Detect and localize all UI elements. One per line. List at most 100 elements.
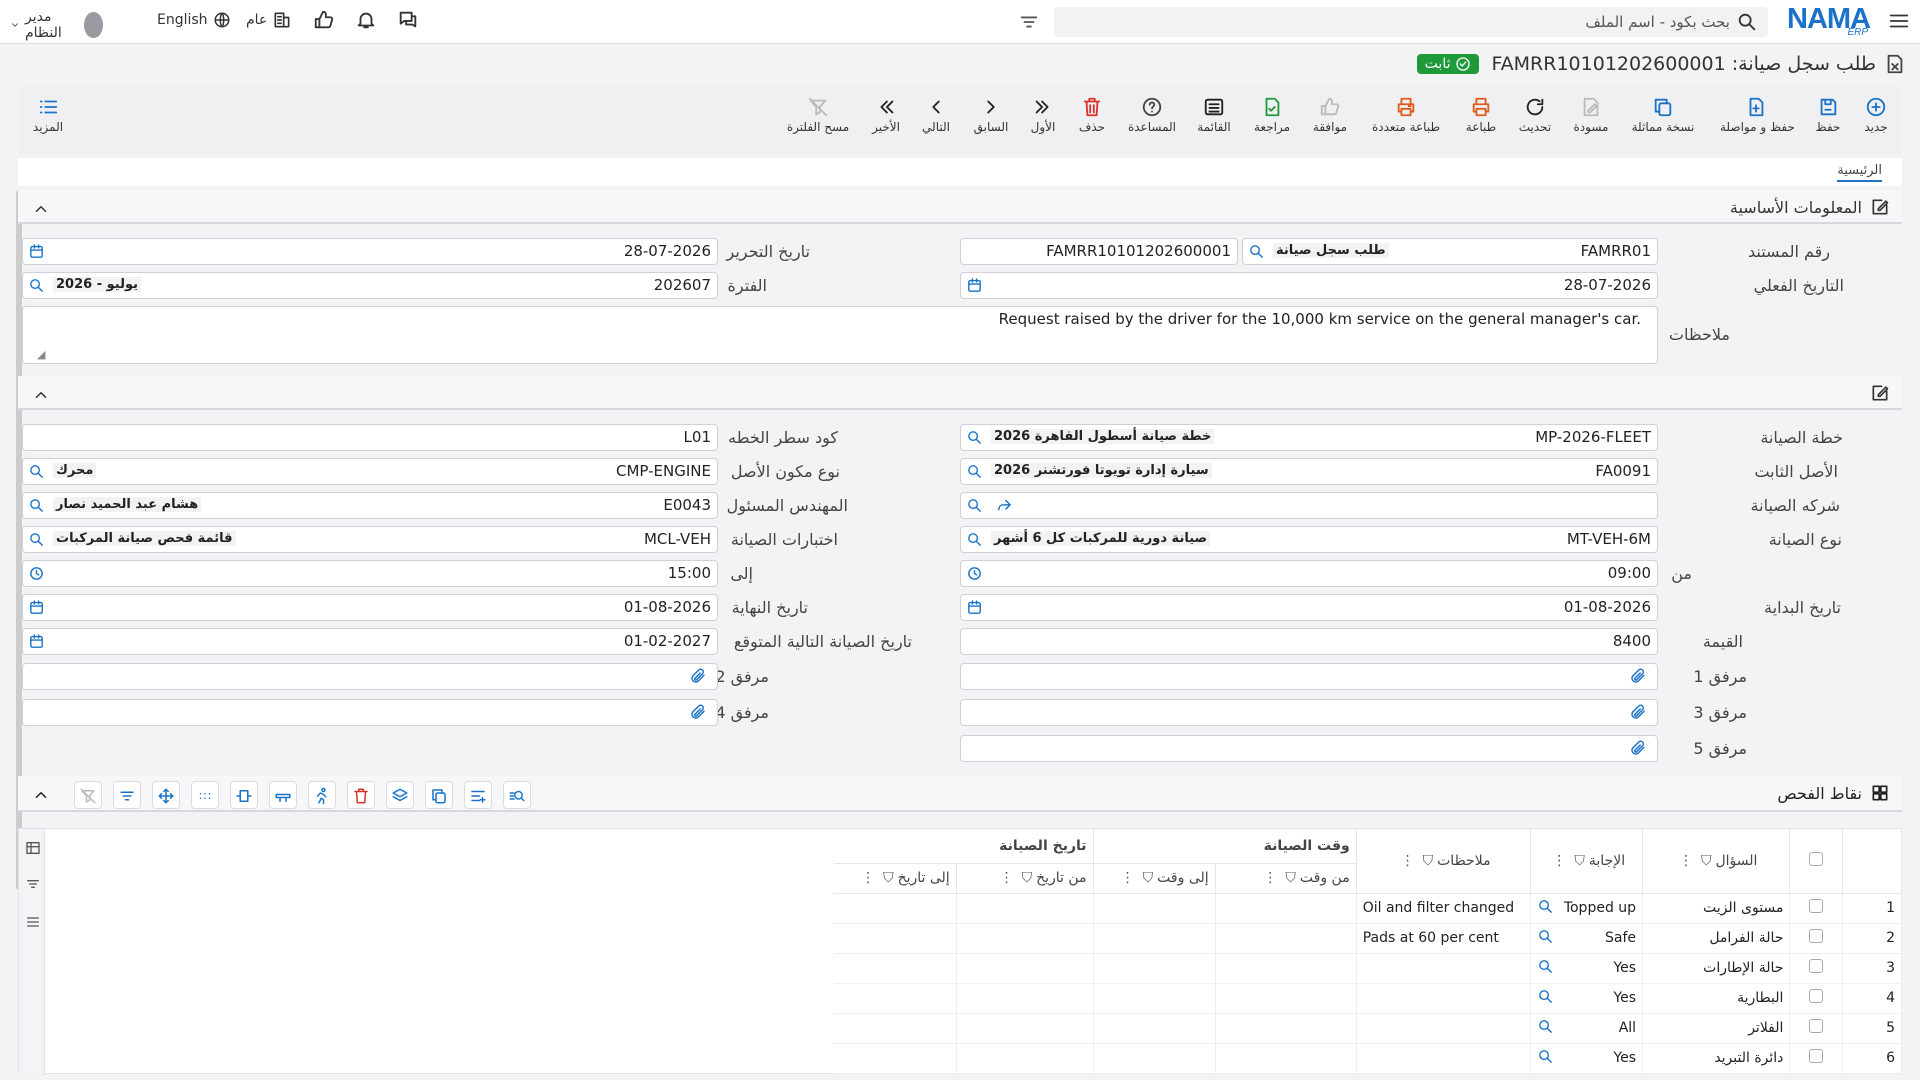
grid-dots-icon[interactable] bbox=[191, 781, 219, 809]
row-checkbox[interactable] bbox=[1809, 959, 1824, 973]
tests-field[interactable]: MCL-VEH قائمة فحص صيانة المركبات bbox=[22, 526, 718, 553]
to-time-cell[interactable] bbox=[1093, 923, 1216, 954]
col-question[interactable]: السؤال⛉ ⋮ bbox=[1642, 829, 1791, 894]
notes-textarea[interactable]: Request raised by the driver for the 10,… bbox=[22, 306, 1658, 364]
from-time-cell[interactable] bbox=[1215, 1013, 1357, 1044]
select-all-checkbox[interactable] bbox=[1809, 851, 1824, 866]
save-continue-button[interactable]: حفظ و مواصلة bbox=[1720, 86, 1795, 134]
answer-cell[interactable]: Yes bbox=[1530, 983, 1644, 1014]
engineer-field[interactable]: E0043 هشام عبد الحميد نصار bbox=[22, 492, 718, 519]
to-date-cell[interactable] bbox=[834, 953, 957, 984]
end-date-field[interactable]: 01-08-2026 bbox=[22, 594, 718, 621]
row-checkbox-cell[interactable] bbox=[1789, 893, 1844, 924]
answer-cell[interactable]: Yes bbox=[1530, 953, 1644, 984]
lookup-icon[interactable] bbox=[966, 531, 983, 548]
clear-filter-button[interactable]: مسح الفلترة bbox=[782, 86, 854, 134]
paperclip-icon[interactable] bbox=[1629, 703, 1647, 721]
value-field[interactable]: 8400 bbox=[960, 628, 1658, 655]
issue-date-field[interactable]: 28-07-2026 bbox=[22, 238, 718, 265]
clock-icon[interactable] bbox=[28, 565, 45, 582]
chat-icon[interactable] bbox=[397, 9, 419, 31]
column-menu-icon[interactable]: ⋮ bbox=[1552, 853, 1566, 869]
from-time-cell[interactable] bbox=[1215, 923, 1357, 954]
share-icon[interactable] bbox=[996, 497, 1013, 514]
lookup-icon[interactable] bbox=[1248, 243, 1265, 260]
to-date-cell[interactable] bbox=[834, 893, 957, 924]
answer-lookup-icon[interactable] bbox=[1537, 1048, 1554, 1065]
user-menu[interactable]: مدير النظام bbox=[10, 9, 103, 41]
from-date-cell[interactable] bbox=[956, 923, 1094, 954]
note-cell[interactable]: Pads at 60 per cent bbox=[1356, 923, 1532, 954]
collapse-chevron-icon[interactable] bbox=[32, 198, 50, 220]
paperclip-icon[interactable] bbox=[689, 667, 707, 685]
lookup-icon[interactable] bbox=[28, 463, 45, 480]
col-notes[interactable]: ملاحظات⛉ ⋮ bbox=[1356, 829, 1532, 894]
answer-cell[interactable]: Yes bbox=[1530, 1043, 1644, 1074]
question-cell[interactable]: حالة الفرامل bbox=[1642, 923, 1791, 954]
save-button[interactable]: حفظ bbox=[1792, 86, 1864, 134]
lookup-icon[interactable] bbox=[28, 531, 45, 548]
calendar-icon[interactable] bbox=[966, 599, 983, 616]
plan-line-field[interactable]: L01 bbox=[22, 424, 718, 451]
grid-insert-row-icon[interactable] bbox=[269, 781, 297, 809]
row-checkbox-cell[interactable] bbox=[1789, 1043, 1844, 1074]
question-cell[interactable]: حالة الإطارات bbox=[1642, 953, 1791, 984]
att3-field[interactable] bbox=[960, 699, 1658, 726]
column-filter-icon[interactable]: ⛉ bbox=[883, 870, 894, 886]
note-cell[interactable]: Oil and filter changed bbox=[1356, 893, 1532, 924]
answer-lookup-icon[interactable] bbox=[1537, 928, 1554, 945]
table-row[interactable]: 5 الفلاتر All bbox=[834, 1013, 1902, 1044]
grid-run-icon[interactable] bbox=[308, 781, 336, 809]
note-cell[interactable] bbox=[1356, 983, 1532, 1014]
col-from-time[interactable]: من وقت⛉ ⋮ bbox=[1215, 863, 1357, 894]
language-switch[interactable]: English bbox=[157, 9, 231, 31]
start-date-field[interactable]: 01-08-2026 bbox=[960, 594, 1658, 621]
col-answer[interactable]: الإجابة⛉ ⋮ bbox=[1530, 829, 1644, 894]
from-time-cell[interactable] bbox=[1215, 953, 1357, 984]
duplicate-button[interactable]: نسخة مماثلة bbox=[1627, 86, 1699, 134]
lookup-icon[interactable] bbox=[966, 497, 983, 514]
att5-field[interactable] bbox=[960, 735, 1658, 762]
att1-field[interactable] bbox=[960, 663, 1658, 690]
column-filter-icon[interactable]: ⛉ bbox=[1423, 853, 1434, 869]
from-date-cell[interactable] bbox=[956, 953, 1094, 984]
clock-icon[interactable] bbox=[966, 565, 983, 582]
last-button[interactable]: الأخير bbox=[850, 86, 922, 134]
answer-cell[interactable]: Topped up bbox=[1530, 893, 1644, 924]
table-row[interactable]: 4 البطارية Yes bbox=[834, 983, 1902, 1014]
row-checkbox-cell[interactable] bbox=[1789, 953, 1844, 984]
grid-add-lines-icon[interactable] bbox=[464, 781, 492, 809]
column-menu-icon[interactable]: ⋮ bbox=[1401, 853, 1415, 869]
row-checkbox[interactable] bbox=[1809, 989, 1824, 1003]
col-to-time[interactable]: إلى وقت⛉ ⋮ bbox=[1093, 863, 1216, 894]
tab-main[interactable]: الرئيسية bbox=[1837, 163, 1882, 182]
grid-search-icon[interactable] bbox=[503, 781, 531, 809]
calendar-icon[interactable] bbox=[28, 599, 45, 616]
to-date-cell[interactable] bbox=[834, 1043, 957, 1074]
from-time-cell[interactable] bbox=[1215, 1043, 1357, 1074]
from-time-cell[interactable] bbox=[1215, 893, 1357, 924]
from-date-cell[interactable] bbox=[956, 983, 1094, 1014]
grid-copy-icon[interactable] bbox=[425, 781, 453, 809]
table-row[interactable]: 1 مستوى الزيت Topped up Oil and filter chan… bbox=[834, 893, 1902, 924]
answer-cell[interactable]: Safe bbox=[1530, 923, 1644, 954]
answer-lookup-icon[interactable] bbox=[1537, 958, 1554, 975]
answer-cell[interactable]: All bbox=[1530, 1013, 1644, 1044]
question-cell[interactable]: مستوى الزيت bbox=[1642, 893, 1791, 924]
col-from-date[interactable]: من تاريخ⛉ ⋮ bbox=[956, 863, 1094, 894]
row-checkbox-cell[interactable] bbox=[1789, 1013, 1844, 1044]
column-menu-icon[interactable]: ⋮ bbox=[861, 870, 875, 886]
filter-icon[interactable] bbox=[1018, 11, 1040, 33]
col-to-date[interactable]: إلى تاريخ⛉ ⋮ bbox=[834, 863, 957, 894]
thumbs-up-icon[interactable] bbox=[313, 9, 335, 31]
print-button[interactable]: طباعة bbox=[1445, 86, 1517, 134]
answer-lookup-icon[interactable] bbox=[1537, 988, 1554, 1005]
to-date-cell[interactable] bbox=[834, 983, 957, 1014]
from-date-cell[interactable] bbox=[956, 893, 1094, 924]
row-checkbox-cell[interactable] bbox=[1789, 983, 1844, 1014]
lookup-icon[interactable] bbox=[28, 497, 45, 514]
lookup-icon[interactable] bbox=[28, 277, 45, 294]
to-time-cell[interactable] bbox=[1093, 983, 1216, 1014]
hamburger-menu-icon[interactable] bbox=[1888, 10, 1910, 32]
filter-icon[interactable] bbox=[25, 873, 41, 895]
